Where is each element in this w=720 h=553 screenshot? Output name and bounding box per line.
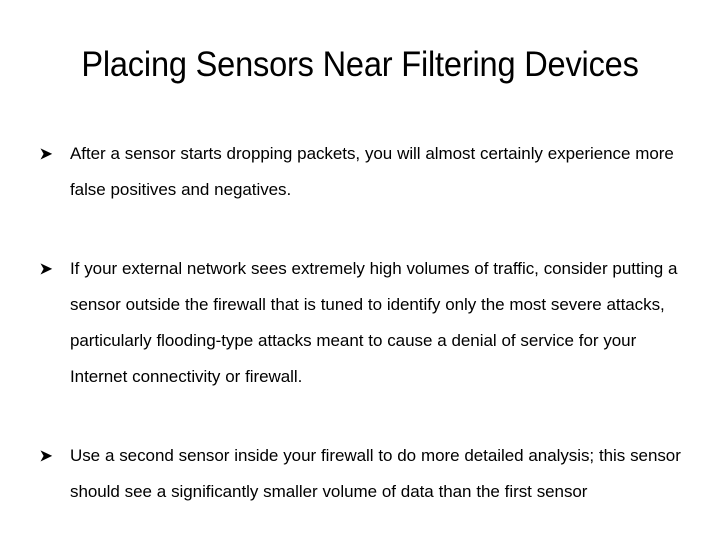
bullet-item: If your external network sees extremely …	[36, 251, 684, 431]
arrow-right-icon	[40, 136, 62, 160]
slide-title: Placing Sensors Near Filtering Devices	[81, 45, 639, 85]
bullet-item: Use a second sensor inside your firewall…	[36, 438, 684, 546]
bullet-text: After a sensor starts dropping packets, …	[70, 144, 674, 199]
presentation-slide: Placing Sensors Near Filtering Devices A…	[0, 0, 720, 540]
bullet-list: After a sensor starts dropping packets, …	[36, 136, 684, 553]
arrow-right-icon	[40, 251, 62, 275]
bullet-item: After a sensor starts dropping packets, …	[36, 136, 684, 244]
bullet-text: Use a second sensor inside your firewall…	[70, 446, 681, 501]
bullet-text: If your external network sees extremely …	[70, 259, 678, 386]
arrow-right-icon	[40, 438, 62, 462]
